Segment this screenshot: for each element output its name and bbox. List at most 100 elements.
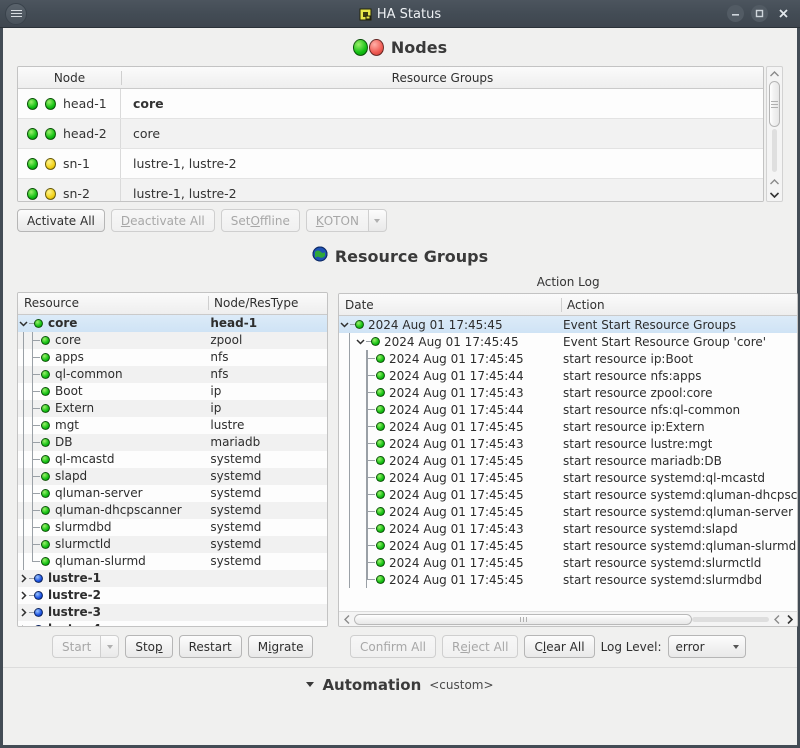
resource-name-label: mgt [55, 418, 80, 433]
log-action-label: start resource zpool:core [563, 385, 713, 400]
status-dot-green-icon [41, 522, 50, 532]
log-date-label: 2024 Aug 01 17:45:45 [389, 555, 524, 570]
action-log-scroll-thumb[interactable] [354, 613, 692, 625]
status-dot-red-icon [368, 39, 384, 56]
restart-button[interactable]: Restart [178, 635, 242, 658]
action-log-panel: Date Action 2024 Aug 01 17:45:45 Event St… [338, 293, 799, 627]
tree-row[interactable]: core zpool [18, 331, 327, 349]
column-header-node[interactable]: Node [18, 71, 121, 85]
log-row[interactable]: 2024 Aug 01 17:45:44 start resource nfs:a… [339, 367, 797, 384]
table-row[interactable]: sn-2 lustre-1, lustre-2 [18, 179, 763, 201]
maximize-icon[interactable] [751, 5, 768, 22]
column-header-action[interactable]: Action [561, 297, 797, 312]
tree-row[interactable]: qluman-slurmd systemd [18, 552, 327, 570]
deactivate-all-button[interactable]: Deactivate All [110, 209, 215, 232]
start-button[interactable]: Start [52, 635, 120, 658]
column-header-resource-groups[interactable]: Resource Groups [121, 70, 763, 85]
resource-type-label: nfs [210, 350, 229, 365]
action-log-horizontal-scrollbar[interactable] [339, 611, 798, 626]
tree-row[interactable]: qluman-dhcpscanner systemd [18, 501, 327, 519]
tree-row[interactable]: core head-1 [18, 314, 327, 332]
log-row[interactable]: 2024 Aug 01 17:45:45 start resource ip:Ex… [339, 418, 797, 435]
koton-button-dropdown-arrow[interactable] [367, 209, 387, 232]
log-row[interactable]: 2024 Aug 01 17:45:45 Event Start Resource… [339, 333, 797, 350]
column-header-date[interactable]: Date [339, 298, 561, 312]
tree-row[interactable]: slurmctld systemd [18, 535, 327, 553]
tree-line [367, 554, 376, 571]
scroll-down-icon[interactable] [770, 188, 779, 201]
log-row[interactable]: 2024 Aug 01 17:45:45 Event Start Resource… [339, 316, 798, 333]
tree-row[interactable]: slapd systemd [18, 467, 327, 485]
log-row[interactable]: 2024 Aug 01 17:45:45 start resource maria… [339, 452, 797, 469]
tree-row[interactable]: mgt lustre [18, 416, 327, 434]
scroll-up-small-icon[interactable] [770, 175, 779, 188]
action-log-scroll-track[interactable] [354, 613, 770, 625]
resource-name-cell: lustre-3 [18, 605, 207, 619]
log-row[interactable]: 2024 Aug 01 17:45:45 start resource syste… [339, 537, 797, 554]
log-row[interactable]: 2024 Aug 01 17:45:43 start resource zpool… [339, 384, 797, 401]
scroll-left-small-icon[interactable] [771, 614, 782, 624]
stop-button[interactable]: Sto p [125, 635, 173, 658]
log-row[interactable]: 2024 Aug 01 17:45:45 start resource syste… [339, 486, 797, 503]
start-button-dropdown-arrow[interactable] [100, 635, 120, 658]
log-row[interactable]: 2024 Aug 01 17:45:45 start resource syste… [339, 503, 797, 520]
set-offline-button[interactable]: Set Offline [220, 209, 300, 232]
tree-row[interactable]: slurmdbd systemd [18, 518, 327, 536]
clear-all-button[interactable]: Cl ear All [524, 635, 595, 658]
tree-row[interactable]: qluman-server systemd [18, 484, 327, 502]
log-row[interactable]: 2024 Aug 01 17:45:43 start resource lustr… [339, 435, 797, 452]
tree-row[interactable]: lustre-3 [18, 603, 327, 621]
expander-closed-icon[interactable] [18, 608, 29, 617]
log-level-select[interactable]: error [667, 635, 746, 658]
log-row[interactable]: 2024 Aug 01 17:45:43 start resource syste… [339, 520, 797, 537]
tree-row[interactable]: apps nfs [18, 348, 327, 366]
table-row[interactable]: head-2 core [18, 119, 763, 149]
nodes-scroll-thumb[interactable] [769, 81, 780, 127]
log-row[interactable]: 2024 Aug 01 17:45:44 start resource nfs:q… [339, 401, 797, 418]
close-icon[interactable] [775, 5, 792, 22]
table-row[interactable]: sn-1 lustre-1, lustre-2 [18, 149, 763, 179]
tree-row[interactable]: Boot ip [18, 382, 327, 400]
expander-open-icon[interactable] [339, 320, 350, 329]
resource-type-label: zpool [210, 333, 243, 348]
resource-name-cell: qluman-server [18, 484, 207, 502]
scroll-right-icon[interactable] [784, 614, 795, 624]
reject-all-button[interactable]: Re ject All [442, 635, 519, 658]
log-row[interactable]: 2024 Aug 01 17:45:45 start resource syste… [339, 469, 797, 486]
nodes-scroll-track[interactable] [767, 80, 782, 175]
table-row[interactable]: head-1 core [18, 89, 763, 119]
expander-open-icon[interactable] [355, 337, 366, 346]
tree-row[interactable]: DB mariadb [18, 433, 327, 451]
scroll-up-icon[interactable] [770, 67, 779, 80]
tree-row[interactable]: lustre-2 [18, 587, 327, 604]
log-row[interactable]: 2024 Aug 01 17:45:45 start resource ip:Bo… [339, 350, 797, 367]
nodes-vertical-scrollbar[interactable] [766, 66, 783, 202]
activate-all-button[interactable]: Activate All [17, 209, 105, 232]
log-row[interactable]: 2024 Aug 01 17:45:45 start resource syste… [339, 571, 797, 588]
minimize-icon[interactable] [727, 5, 744, 22]
tree-row[interactable]: lustre-1 [18, 569, 327, 587]
status-dot-yellow-icon [45, 157, 56, 170]
chevron-down-icon[interactable] [306, 682, 315, 687]
start-button-main[interactable]: Start [52, 635, 101, 658]
migrate-button[interactable]: Mi grate [247, 635, 314, 658]
action-log-body[interactable]: 2024 Aug 01 17:45:45 Event Start Resource… [339, 316, 798, 611]
log-row[interactable]: 2024 Aug 01 17:45:45 start resource syste… [339, 554, 797, 571]
tree-row[interactable]: ql-common nfs [18, 365, 327, 383]
scroll-left-icon[interactable] [341, 614, 352, 624]
automation-footer[interactable]: Automation <custom> [3, 667, 797, 701]
resource-groups-button-bar: Start Sto p Restart Mi grate Confirm All Re jec… [3, 627, 797, 658]
tree-row[interactable]: Extern ip [18, 399, 327, 417]
koton-button[interactable]: K OTON [305, 209, 387, 232]
expander-closed-icon[interactable] [18, 574, 29, 583]
column-header-node-restype[interactable]: Node/ResType [208, 296, 327, 311]
column-header-resource[interactable]: Resource [18, 296, 208, 310]
resource-tree-body[interactable]: core head-1 core zpool apps nfs ql-common nfs Bo… [18, 314, 327, 626]
tree-row[interactable]: ql-mcastd systemd [18, 450, 327, 468]
tree-row[interactable]: lustre-4 [18, 621, 327, 626]
expander-closed-icon[interactable] [18, 591, 29, 600]
koton-button-main[interactable]: K OTON [305, 209, 368, 232]
confirm-all-button[interactable]: Confirm All [350, 635, 436, 658]
expander-closed-icon[interactable] [18, 625, 29, 626]
expander-open-icon[interactable] [18, 319, 29, 328]
